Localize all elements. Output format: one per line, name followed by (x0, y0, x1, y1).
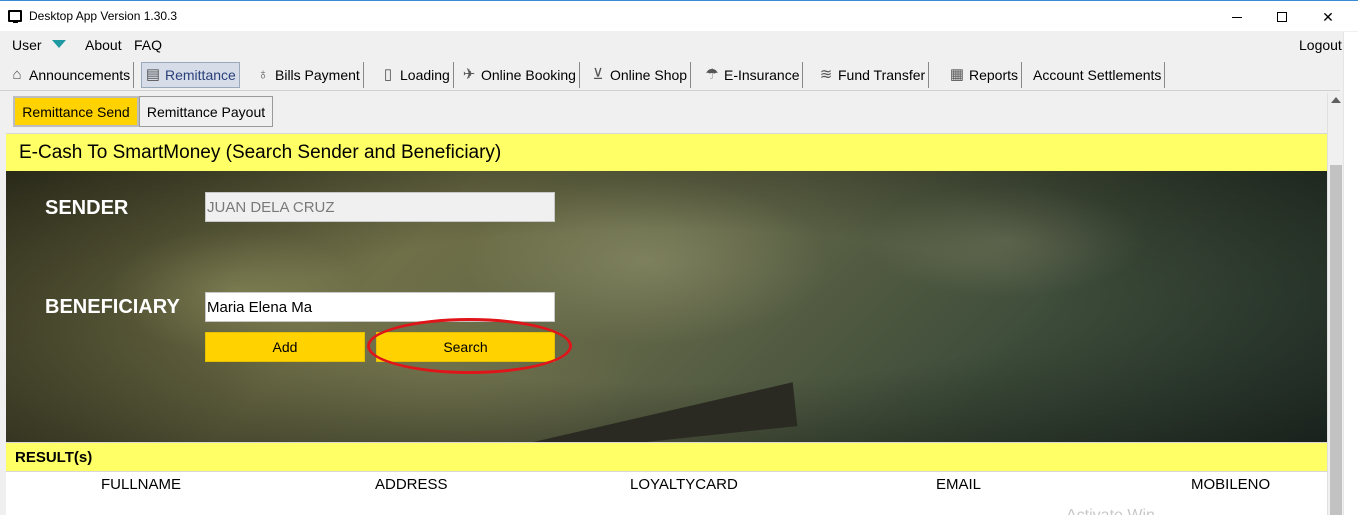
menu-logout[interactable]: Logout (1299, 37, 1342, 53)
column-header-loyaltycard[interactable]: LOYALTYCARD (630, 476, 738, 493)
search-button[interactable]: Search (376, 332, 555, 362)
chevron-down-icon[interactable] (52, 40, 66, 48)
sender-label: SENDER (45, 197, 129, 219)
menu-user[interactable]: User (12, 37, 42, 53)
window-title: Desktop App Version 1.30.3 (29, 9, 178, 23)
window-scrollbar[interactable] (1343, 32, 1358, 515)
title-bar: Desktop App Version 1.30.3 ✕ (0, 1, 1358, 31)
report-icon: ▦ (949, 66, 965, 83)
phone-icon: ▯ (383, 66, 393, 83)
tab-label: Remittance (165, 67, 236, 83)
tab-e-insurance[interactable]: ☂ E-Insurance (701, 62, 804, 88)
tab-label: Online Booking (481, 67, 576, 83)
remittance-icon: ▤ (145, 66, 161, 83)
tab-label: Loading (400, 67, 450, 83)
close-button[interactable]: ✕ (1305, 2, 1351, 32)
tab-remittance[interactable]: ▤ Remittance (141, 62, 240, 88)
minimize-icon (1232, 16, 1242, 18)
minimize-button[interactable] (1214, 2, 1260, 32)
tab-fund-transfer[interactable]: ≋ Fund Transfer (815, 62, 930, 88)
column-header-email[interactable]: EMAIL (936, 476, 981, 493)
content-scrollbar[interactable] (1327, 93, 1343, 515)
menu-bar: User About FAQ Logout (0, 32, 1358, 56)
activation-watermark: Activate Win (1066, 507, 1155, 515)
column-header-fullname[interactable]: FULLNAME (101, 476, 181, 493)
tab-label: E-Insurance (724, 67, 800, 83)
tab-remittance-payout[interactable]: Remittance Payout (139, 96, 273, 127)
main-tab-bar: ⌂ Announcements ▤ Remittance ♁ Bills Pay… (0, 59, 1340, 91)
tab-online-shop[interactable]: ⊻ Online Shop (587, 62, 692, 88)
tab-label: Reports (969, 67, 1019, 83)
app-icon (8, 10, 22, 23)
tab-online-booking[interactable]: ✈ Online Booking (458, 62, 580, 88)
beneficiary-field[interactable] (205, 292, 555, 322)
home-icon: ⌂ (12, 66, 22, 83)
background-image (434, 382, 798, 442)
results-table-header: FULLNAME ADDRESS LOYALTYCARD EMAIL MOBIL… (6, 472, 1328, 498)
beneficiary-label: BENEFICIARY (45, 296, 180, 318)
results-title: RESULT(s) (6, 442, 1328, 472)
money-bag-icon: ♁ (257, 66, 269, 83)
maximize-button[interactable] (1259, 2, 1305, 32)
sender-field[interactable] (205, 192, 555, 222)
main-content: E-Cash To SmartMoney (Search Sender and … (6, 133, 1328, 515)
tab-bills-payment[interactable]: ♁ Bills Payment (252, 62, 364, 88)
tab-remittance-send[interactable]: Remittance Send (13, 96, 139, 127)
menu-faq[interactable]: FAQ (134, 37, 162, 53)
tab-reports[interactable]: ▦ Reports (946, 62, 1023, 88)
airplane-icon: ✈ (462, 66, 476, 83)
umbrella-person-icon: ☂ (705, 66, 719, 83)
tab-label: Bills Payment (275, 67, 360, 83)
page-title: E-Cash To SmartMoney (Search Sender and … (6, 133, 1328, 171)
tab-label: Announcements (29, 67, 131, 83)
column-header-address[interactable]: ADDRESS (375, 476, 448, 493)
scroll-up-icon[interactable] (1331, 97, 1341, 103)
tab-label: Account Settlements (1033, 67, 1162, 83)
column-header-mobileno[interactable]: MOBILENO (1191, 476, 1270, 493)
tab-account-settlements[interactable]: Account Settlements (1030, 62, 1166, 88)
close-icon: ✕ (1322, 8, 1334, 25)
cash-stack-icon: ≋ (819, 66, 833, 83)
maximize-icon (1277, 12, 1287, 22)
scrollbar-thumb[interactable] (1330, 165, 1342, 515)
add-button[interactable]: Add (205, 332, 365, 362)
tab-label: Online Shop (610, 67, 688, 83)
menu-about[interactable]: About (85, 37, 122, 53)
tab-announcements[interactable]: ⌂ Announcements (6, 62, 135, 88)
search-panel: SENDER BENEFICIARY Add Search (6, 171, 1328, 442)
tab-label: Fund Transfer (838, 67, 926, 83)
tab-loading[interactable]: ▯ Loading (377, 62, 454, 88)
cart-icon: ⊻ (592, 66, 604, 83)
